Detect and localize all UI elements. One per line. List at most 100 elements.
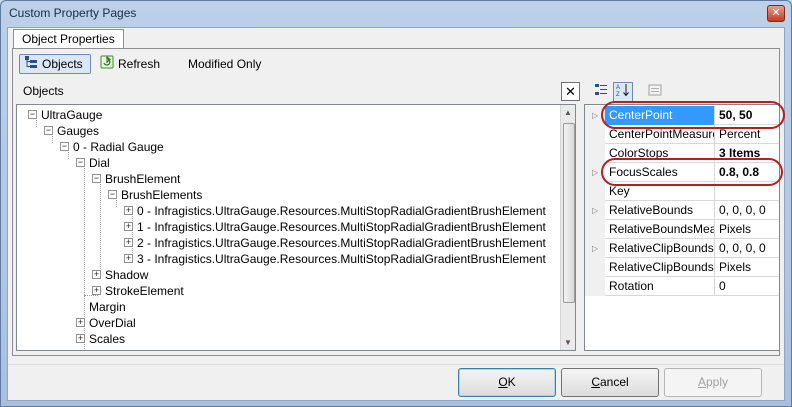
tree-vertical-scrollbar[interactable]: ▲ ▼ (560, 105, 575, 350)
property-name[interactable]: CenterPoint (605, 106, 715, 125)
expand-plus-icon[interactable]: + (124, 254, 133, 263)
collapse-minus-icon[interactable]: − (76, 158, 85, 167)
property-name[interactable]: RelativeBoundsMeasure (605, 220, 715, 239)
apply-button[interactable]: Apply (664, 368, 762, 397)
svg-text:A: A (616, 85, 620, 91)
property-name[interactable]: FocusScales (605, 163, 715, 182)
property-row[interactable]: ▷ FocusScales 0.8, 0.8 (585, 163, 779, 182)
property-row[interactable]: ▷ RelativeClipBounds 0, 0, 0, 0 (585, 239, 779, 258)
window-title: Custom Property Pages (9, 6, 137, 20)
tree-node[interactable]: StrokeElement (105, 283, 184, 299)
property-pages-icon (648, 84, 662, 96)
expand-plus-icon[interactable]: + (76, 334, 85, 343)
property-value[interactable] (716, 182, 779, 201)
property-name[interactable]: Key (605, 182, 715, 201)
expand-arrow-icon[interactable]: ▷ (592, 168, 598, 177)
objects-panel-close-button[interactable]: ✕ (561, 82, 580, 101)
apply-label-rest: pply (706, 375, 729, 389)
collapse-minus-icon[interactable]: − (92, 174, 101, 183)
expand-plus-icon[interactable]: + (76, 318, 85, 327)
tree-node[interactable]: BrushElements (121, 187, 202, 203)
property-value[interactable]: 0 (716, 277, 779, 296)
property-value[interactable]: Pixels (716, 220, 779, 239)
button-bar-separator (8, 364, 784, 365)
ok-button[interactable]: OK (458, 368, 556, 397)
tree-node[interactable]: Gauges (57, 123, 99, 139)
property-value[interactable]: Percent (716, 125, 779, 144)
property-value[interactable]: 0, 0, 0, 0 (716, 239, 779, 258)
property-row[interactable]: CenterPointMeasure Percent (585, 125, 779, 144)
property-name[interactable]: RelativeBounds (605, 201, 715, 220)
modified-only-button[interactable]: Modified Only (183, 54, 266, 74)
objects-toolbar-button[interactable]: Objects (19, 54, 91, 74)
refresh-button[interactable]: Refresh (95, 54, 165, 74)
property-name[interactable]: RelativeClipBoundsMeasure (605, 258, 715, 277)
tree-node[interactable]: OverDial (89, 315, 136, 331)
window-close-button[interactable]: ✕ (767, 5, 785, 22)
expand-plus-icon[interactable]: + (124, 238, 133, 247)
property-name[interactable]: ColorStops (605, 144, 715, 163)
property-name[interactable]: Rotation (605, 277, 715, 296)
property-value[interactable]: Pixels (716, 258, 779, 277)
expand-plus-icon[interactable]: + (92, 270, 101, 279)
property-name[interactable]: RelativeClipBounds (605, 239, 715, 258)
alphabetical-button[interactable]: AZ (613, 82, 633, 102)
collapse-minus-icon[interactable]: − (108, 190, 117, 199)
property-row[interactable]: Rotation 0 (585, 277, 779, 296)
tree-node[interactable]: Shadow (105, 267, 148, 283)
collapse-minus-icon[interactable]: − (28, 110, 37, 119)
tab-object-properties[interactable]: Object Properties (13, 29, 124, 49)
property-name[interactable]: CenterPointMeasure (605, 125, 715, 144)
property-row[interactable]: RelativeBoundsMeasurePixels (585, 220, 779, 239)
scroll-down-arrow-icon[interactable]: ▼ (564, 338, 572, 347)
property-row[interactable]: ▷ CenterPoint 50, 50 (585, 106, 779, 125)
collapse-minus-icon[interactable]: − (60, 142, 69, 151)
objects-panel-label: Objects (23, 84, 64, 98)
property-value[interactable]: 50, 50 (716, 106, 779, 125)
ok-mnemonic: O (498, 375, 508, 389)
apply-mnemonic: A (697, 375, 706, 389)
objects-tree[interactable]: − UltraGauge − Gauges −0 - Radial Gauge − Dial… (16, 104, 576, 351)
property-row[interactable]: RelativeClipBoundsMeasurePixels (585, 258, 779, 277)
tree-node[interactable]: 0 - Radial Gauge (73, 139, 164, 155)
categorized-button[interactable] (591, 82, 611, 102)
expand-arrow-icon[interactable]: ▷ (592, 206, 598, 215)
property-row-margin: ▷ (585, 106, 605, 125)
property-row-margin: ▷ (585, 163, 605, 182)
tree-node[interactable]: Scales (89, 331, 125, 347)
title-bar[interactable]: Custom Property Pages ✕ (1, 1, 791, 27)
expand-arrow-icon[interactable]: ▷ (592, 111, 598, 120)
property-row[interactable]: Key (585, 182, 779, 201)
tree-node[interactable]: 2 - Infragistics.UltraGauge.Resources.Mu… (137, 235, 546, 251)
property-pages-button[interactable] (645, 82, 665, 102)
objects-tree-icon (24, 55, 38, 74)
tree-node[interactable]: Margin (89, 299, 126, 315)
property-value[interactable]: 0, 0, 0, 0 (716, 201, 779, 220)
refresh-icon (100, 55, 114, 74)
cancel-mnemonic: C (591, 375, 600, 389)
cancel-button[interactable]: Cancel (561, 368, 659, 397)
expand-plus-icon[interactable]: + (124, 222, 133, 231)
property-row[interactable]: ▷ RelativeBounds 0, 0, 0, 0 (585, 201, 779, 220)
tree-node[interactable]: Dial (89, 155, 110, 171)
tree-node[interactable]: 1 - Infragistics.UltraGauge.Resources.Mu… (137, 219, 546, 235)
sort-alphabetical-icon: AZ (616, 84, 629, 98)
expand-arrow-icon[interactable]: ▷ (592, 244, 598, 253)
categorized-icon (595, 84, 607, 95)
dialog-client-area: Object Properties Objects Refresh Modifi… (7, 27, 785, 401)
tree-node[interactable]: BrushElement (105, 171, 180, 187)
tree-node[interactable]: 3 - Infragistics.UltraGauge.Resources.Mu… (137, 251, 546, 267)
property-grid[interactable]: ▷ CenterPoint 50, 50 CenterPointMeasure Perc… (584, 104, 780, 351)
tree-node[interactable]: UltraGauge (41, 107, 102, 123)
expand-plus-icon[interactable]: + (92, 286, 101, 295)
object-properties-page: Objects Refresh Modified Only Objects ✕ … (12, 48, 785, 356)
property-row-margin: ▷ (585, 239, 605, 258)
property-value[interactable]: 0.8, 0.8 (716, 163, 779, 182)
property-row[interactable]: ColorStops 3 Items (585, 144, 779, 163)
scrollbar-thumb[interactable] (563, 123, 575, 303)
scroll-up-arrow-icon[interactable]: ▲ (564, 108, 572, 117)
tree-node[interactable]: 0 - Infragistics.UltraGauge.Resources.Mu… (137, 203, 546, 219)
expand-plus-icon[interactable]: + (124, 206, 133, 215)
collapse-minus-icon[interactable]: − (44, 126, 53, 135)
property-value[interactable]: 3 Items (716, 144, 779, 163)
